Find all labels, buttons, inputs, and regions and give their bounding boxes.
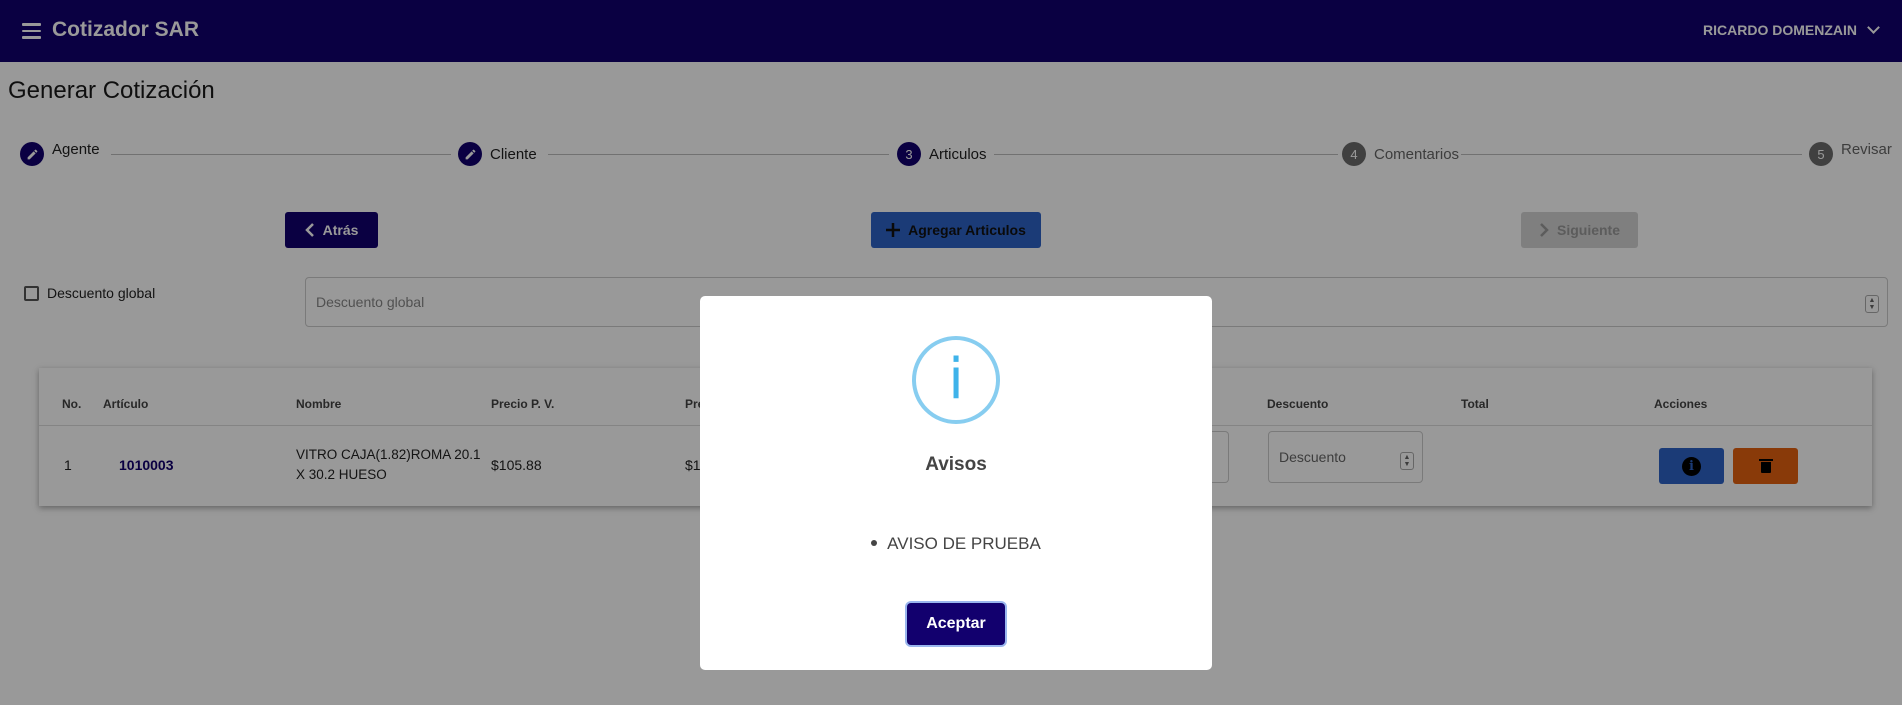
notice-text: AVISO DE PRUEBA	[887, 534, 1041, 553]
info-icon: i	[912, 336, 1000, 424]
accept-button[interactable]: Aceptar	[907, 603, 1005, 645]
bullet-icon	[871, 540, 878, 547]
notice-dialog: i Avisos AVISO DE PRUEBA Aceptar	[700, 296, 1212, 670]
dialog-title: Avisos	[925, 454, 987, 475]
notice-item: AVISO DE PRUEBA	[700, 534, 1212, 554]
